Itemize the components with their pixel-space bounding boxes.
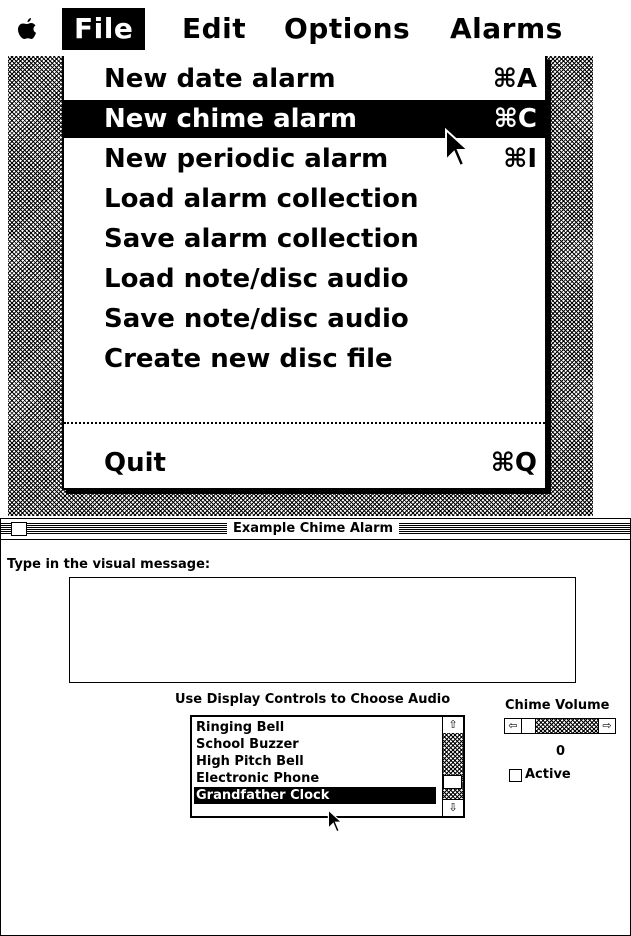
menu-item-save-alarm-collection[interactable]: Save alarm collection [64, 220, 545, 258]
menu-file[interactable]: File [62, 8, 146, 50]
audio-list[interactable]: Ringing Bell School Buzzer High Pitch Be… [190, 715, 465, 818]
list-item[interactable]: Ringing Bell [194, 719, 436, 736]
menu-item-label: Load note/disc audio [104, 264, 409, 294]
menu-item-label: Save alarm collection [104, 224, 419, 254]
menu-edit[interactable]: Edit [170, 8, 258, 50]
window-title-bar[interactable]: Example Chime Alarm [1, 519, 630, 540]
menu-item-create-new-disc-file[interactable]: Create new disc file [64, 340, 545, 378]
menu-item-label: Create new disc file [104, 344, 393, 374]
menu-item-save-note-disc-audio[interactable]: Save note/disc audio [64, 300, 545, 338]
menu-item-quit[interactable]: Quit ⌘Q [64, 444, 545, 482]
message-label: Type in the visual message: [7, 557, 211, 572]
shortcut-label: ⌘A [492, 64, 537, 94]
visual-message-input[interactable] [69, 577, 576, 683]
menu-item-new-periodic-alarm[interactable]: New periodic alarm ⌘I [64, 140, 545, 178]
volume-increase-arrow-icon[interactable]: ⇨ [598, 719, 615, 733]
menu-item-label: Load alarm collection [104, 184, 419, 214]
menu-item-load-note-disc-audio[interactable]: Load note/disc audio [64, 260, 545, 298]
shortcut-label: ⌘Q [490, 448, 537, 478]
menu-separator [64, 422, 545, 424]
audio-list-scrollbar[interactable]: ⇧ ⇩ [442, 717, 463, 816]
list-item[interactable]: School Buzzer [194, 736, 436, 753]
list-item[interactable]: High Pitch Bell [194, 753, 436, 770]
volume-thumb[interactable] [521, 719, 536, 733]
menu-item-label: New periodic alarm [104, 144, 389, 174]
list-item-selected[interactable]: Grandfather Clock [194, 787, 436, 804]
menu-bar: File Edit Options Alarms [0, 0, 631, 56]
window-title: Example Chime Alarm [227, 520, 400, 538]
menu-item-label: Quit [104, 448, 166, 478]
volume-decrease-arrow-icon[interactable]: ⇦ [505, 719, 522, 733]
menu-item-new-chime-alarm[interactable]: New chime alarm ⌘C [64, 100, 545, 138]
apple-menu-icon[interactable] [6, 8, 48, 50]
scroll-up-arrow-icon[interactable]: ⇧ [443, 717, 463, 734]
chime-volume-slider[interactable]: ⇦ ⇨ [504, 718, 616, 734]
scroll-track[interactable] [443, 733, 463, 800]
chime-volume-value: 0 [556, 744, 566, 759]
mouse-pointer-icon [327, 809, 343, 833]
menu-item-label: New date alarm [104, 64, 336, 94]
active-label: Active [525, 767, 571, 782]
menu-item-load-alarm-collection[interactable]: Load alarm collection [64, 180, 545, 218]
file-menu-dropdown: New date alarm ⌘A New chime alarm ⌘C New… [62, 56, 547, 490]
scroll-down-arrow-icon[interactable]: ⇩ [443, 799, 463, 816]
close-box-icon[interactable] [11, 522, 27, 536]
active-checkbox[interactable] [509, 769, 522, 782]
audio-label: Use Display Controls to Choose Audio [175, 692, 451, 707]
menu-alarms[interactable]: Alarms [438, 8, 575, 50]
chime-volume-label: Chime Volume [505, 698, 610, 713]
menu-item-label: Save note/disc audio [104, 304, 409, 334]
mouse-pointer-icon [445, 128, 470, 168]
menu-item-label: New chime alarm [104, 104, 357, 134]
list-item[interactable]: Electronic Phone [194, 770, 436, 787]
shortcut-label: ⌘I [503, 144, 537, 174]
menu-options[interactable]: Options [272, 8, 422, 50]
menu-item-new-date-alarm[interactable]: New date alarm ⌘A [64, 60, 545, 98]
chime-alarm-window: Example Chime Alarm Type in the visual m… [0, 518, 631, 936]
scroll-thumb[interactable] [443, 775, 462, 789]
shortcut-label: ⌘C [493, 104, 537, 134]
